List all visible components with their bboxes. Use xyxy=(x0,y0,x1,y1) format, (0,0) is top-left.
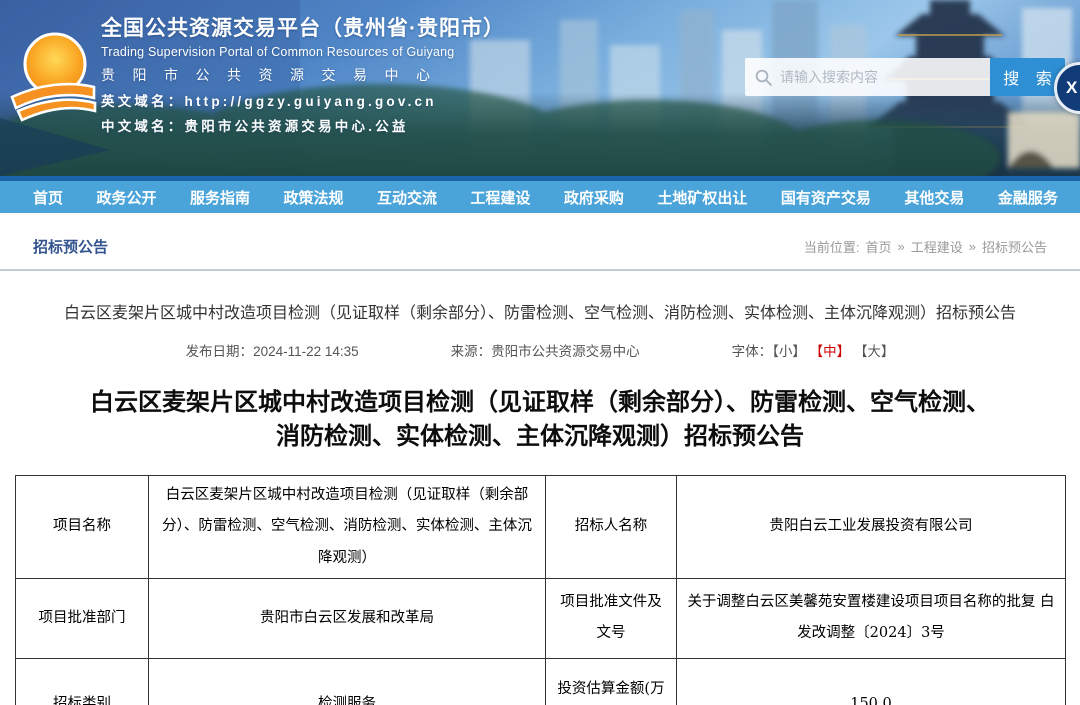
table-row: 项目名称 白云区麦架片区城中村改造项目检测（见证取样（剩余部分）、防雷检测、空气… xyxy=(16,476,1066,579)
nav-item-policies[interactable]: 政策法规 xyxy=(283,187,343,208)
breadcrumb-separator: » xyxy=(969,239,976,254)
white-bridge-silhouette xyxy=(1008,112,1080,168)
search-input[interactable] xyxy=(780,69,980,85)
domain-cn-url: 贵阳市公共资源交易中心.公益 xyxy=(185,119,409,134)
cell-label: 投资估算金额(万元) xyxy=(546,658,677,705)
nav-item-other-trades[interactable]: 其他交易 xyxy=(904,187,964,208)
search-icon xyxy=(755,69,772,86)
article-heading-line1: 白云区麦架片区城中村改造项目检测（见证取样（剩余部分）、防雷检测、空气检测、 xyxy=(35,386,1045,420)
center-name: 贵阳市公共资源交易中心 xyxy=(101,65,505,85)
search-box xyxy=(745,58,990,96)
article-source: 来源：贵阳市公共资源交易中心 xyxy=(451,340,640,360)
breadcrumb-separator: » xyxy=(898,239,905,254)
cell-label: 项目批准文件及文号 xyxy=(546,578,677,658)
nav-item-gov-disclosure[interactable]: 政务公开 xyxy=(96,187,156,208)
site-logo[interactable] xyxy=(8,26,98,126)
article-list-title: 白云区麦架片区城中村改造项目检测（见证取样（剩余部分）、防雷检测、空气检测、消防… xyxy=(0,299,1080,323)
article-heading-line2: 消防检测、实体检测、主体沉降观测）招标预公告 xyxy=(35,420,1045,454)
cell-value: 贵阳市白云区发展和改革局 xyxy=(149,578,546,658)
page: 全国公共资源交易平台（贵州省·贵阳市） Trading Supervision … xyxy=(0,0,1080,705)
domain-en-url: http://ggzy.guiyang.gov.cn xyxy=(185,94,437,109)
brand-block: 全国公共资源交易平台（贵州省·贵阳市） Trading Supervision … xyxy=(101,12,505,135)
article-meta: 发布日期：2024-11-22 14:35 来源：贵阳市公共资源交易中心 字体：… xyxy=(0,340,1080,360)
font-size-large-button[interactable]: 【大】 xyxy=(854,344,895,359)
nav-item-state-assets[interactable]: 国有资产交易 xyxy=(781,187,871,208)
breadcrumb-link-engineering[interactable]: 工程建设 xyxy=(911,237,963,256)
nav-item-service-guide[interactable]: 服务指南 xyxy=(190,187,250,208)
site-subtitle-en: Trading Supervision Portal of Common Res… xyxy=(101,45,505,59)
section-title: 招标预公告 xyxy=(33,236,108,257)
nav-item-finance[interactable]: 金融服务 xyxy=(998,187,1058,208)
breadcrumb-current: 招标预公告 xyxy=(982,237,1047,256)
cell-label: 项目批准部门 xyxy=(16,578,149,658)
main-nav: 首页 政务公开 服务指南 政策法规 互动交流 工程建设 政府采购 土地矿权出让 … xyxy=(0,176,1080,213)
nav-item-engineering[interactable]: 工程建设 xyxy=(470,187,530,208)
article-heading: 白云区麦架片区城中村改造项目检测（见证取样（剩余部分）、防雷检测、空气检测、 消… xyxy=(35,386,1045,454)
header-banner: 全国公共资源交易平台（贵州省·贵阳市） Trading Supervision … xyxy=(0,0,1080,176)
site-title: 全国公共资源交易平台（贵州省·贵阳市） xyxy=(101,12,505,42)
cell-value: 150.0 xyxy=(677,658,1066,705)
project-info-table: 项目名称 白云区麦架片区城中村改造项目检测（见证取样（剩余部分）、防雷检测、空气… xyxy=(15,475,1066,705)
domain-cn-line: 中文域名：贵阳市公共资源交易中心.公益 xyxy=(101,115,505,135)
cell-label: 招标类别 xyxy=(16,658,149,705)
cell-label: 招标人名称 xyxy=(546,476,677,579)
cell-value: 白云区麦架片区城中村改造项目检测（见证取样（剩余部分）、防雷检测、空气检测、消防… xyxy=(149,476,546,579)
breadcrumb-link-home[interactable]: 首页 xyxy=(865,237,891,256)
cell-value: 检测服务 xyxy=(149,658,546,705)
domain-en-line: 英文域名：http://ggzy.guiyang.gov.cn xyxy=(101,90,505,110)
font-size-switcher: 字体：【小】 【中】 【大】 xyxy=(732,340,895,360)
table-row: 项目批准部门 贵阳市白云区发展和改革局 项目批准文件及文号 关于调整白云区美馨苑… xyxy=(16,578,1066,658)
cell-value: 贵阳白云工业发展投资有限公司 xyxy=(677,476,1066,579)
breadcrumb-location-label: 当前位置: xyxy=(804,237,860,256)
nav-item-interaction[interactable]: 互动交流 xyxy=(377,187,437,208)
font-size-small-button[interactable]: 【小】 xyxy=(772,344,806,359)
breadcrumb: 当前位置: 首页 » 工程建设 » 招标预公告 xyxy=(804,237,1047,256)
search-bar: 搜 索 xyxy=(745,58,1065,96)
table-row: 招标类别 检测服务 投资估算金额(万元) 150.0 xyxy=(16,658,1066,705)
nav-item-home[interactable]: 首页 xyxy=(33,187,63,208)
breadcrumb-band: 招标预公告 当前位置: 首页 » 工程建设 » 招标预公告 xyxy=(0,213,1080,271)
nav-item-land-mining[interactable]: 土地矿权出让 xyxy=(657,187,747,208)
nav-item-procurement[interactable]: 政府采购 xyxy=(564,187,624,208)
cell-value: 关于调整白云区美馨苑安置楼建设项目项目名称的批复 白发改调整〔2024〕3号 xyxy=(677,578,1066,658)
font-size-medium-button[interactable]: 【中】 xyxy=(810,344,851,359)
cell-label: 项目名称 xyxy=(16,476,149,579)
publish-date: 发布日期：2024-11-22 14:35 xyxy=(186,340,359,360)
